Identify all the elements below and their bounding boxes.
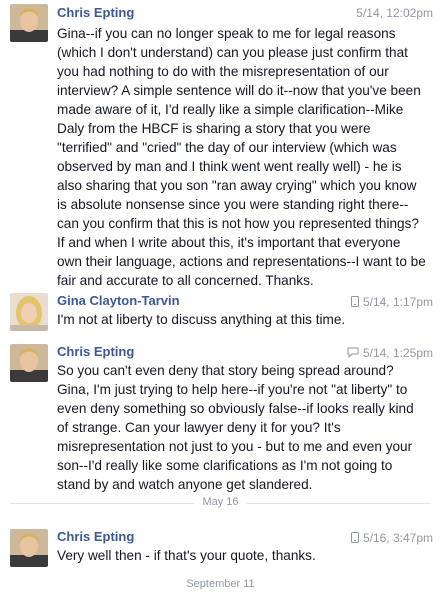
mobile-icon [350, 295, 359, 310]
avatar-gina-clayton-tarvin[interactable] [10, 293, 48, 331]
avatar-photo-icon [10, 293, 48, 331]
message-timestamp: 5/14, 1:25pm [347, 346, 433, 361]
mobile-icon [350, 531, 359, 546]
avatar-photo-icon [10, 529, 48, 567]
message-text: So you can't even deny that story being … [57, 363, 414, 492]
sender-name[interactable]: Chris Epting [57, 5, 134, 20]
sender-name[interactable]: Chris Epting [57, 529, 134, 544]
date-separator-label: September 11 [178, 578, 263, 590]
avatar-chris-epting[interactable] [10, 4, 48, 42]
date-separator-label: May 16 [194, 496, 247, 508]
message-text: I'm not at liberty to discuss anything a… [57, 312, 346, 327]
message-text: Gina--if you can no longer speak to me f… [57, 26, 426, 288]
date-separator-may-16: May 16 [0, 494, 441, 514]
message-text: Very well then - if that's your quote, t… [57, 548, 316, 563]
avatar-photo-icon [10, 4, 48, 42]
sender-name[interactable]: Chris Epting [57, 344, 134, 359]
message-timestamp: 5/16, 3:47pm [350, 531, 433, 546]
avatar-chris-epting[interactable] [10, 529, 48, 567]
date-separator-september-11: September 11 [0, 576, 441, 596]
sender-name[interactable]: Gina Clayton-Tarvin [57, 293, 180, 308]
avatar-chris-epting[interactable] [10, 344, 48, 382]
message-timestamp: 5/14, 1:17pm [350, 295, 433, 310]
avatar-photo-icon [10, 344, 48, 382]
chat-bubble-icon [347, 347, 359, 361]
message-timestamp: 5/14, 12:02pm [356, 6, 433, 20]
